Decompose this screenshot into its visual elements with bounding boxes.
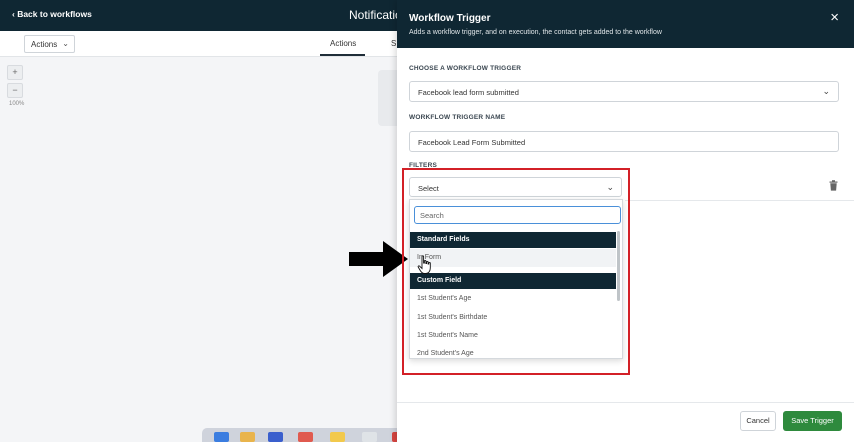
actions-dropdown[interactable]: Actions ⌄ bbox=[24, 35, 75, 53]
divider bbox=[625, 200, 854, 201]
chevron-down-icon: ⌄ bbox=[822, 86, 830, 96]
trigger-select-value: Facebook lead form submitted bbox=[418, 88, 519, 97]
actions-dropdown-label: Actions bbox=[31, 40, 58, 49]
chevron-down-icon: ⌄ bbox=[606, 182, 614, 192]
search-placeholder: Search bbox=[420, 211, 444, 220]
screen: ‹ Back to workflows Notificatio Actions … bbox=[0, 0, 854, 442]
trigger-name-input[interactable]: Facebook Lead Form Submitted bbox=[409, 131, 839, 152]
cancel-button[interactable]: Cancel bbox=[740, 411, 776, 431]
filter-dropdown-menu: Search Standard Fields In Form Custom Fi… bbox=[409, 199, 623, 359]
dock-app-icon[interactable] bbox=[240, 432, 255, 442]
dock-app-icon[interactable] bbox=[330, 432, 345, 442]
arrow-annotation-icon bbox=[349, 241, 408, 277]
trigger-name-value: Facebook Lead Form Submitted bbox=[418, 138, 526, 147]
option-1st-students-birthdate[interactable]: 1st Student's Birthdate bbox=[410, 309, 616, 327]
trigger-select[interactable]: Facebook lead form submitted ⌄ bbox=[409, 81, 839, 102]
tab-actions[interactable]: Actions bbox=[330, 39, 356, 48]
dock-app-icon[interactable] bbox=[268, 432, 283, 442]
dock-app-icon[interactable] bbox=[214, 432, 229, 442]
option-in-form[interactable]: In Form bbox=[410, 249, 616, 267]
option-1st-students-name[interactable]: 1st Student's Name bbox=[410, 327, 616, 345]
option-1st-students-age[interactable]: 1st Student's Age bbox=[410, 290, 616, 308]
panel-subtitle: Adds a workflow trigger, and on executio… bbox=[409, 29, 662, 36]
dropdown-scrollbar[interactable] bbox=[617, 231, 620, 301]
filters-label: FILTERS bbox=[409, 162, 437, 169]
trash-icon[interactable] bbox=[829, 180, 838, 191]
chevron-down-icon: ⌄ bbox=[62, 39, 69, 48]
hand-cursor-icon bbox=[417, 255, 431, 274]
group-header-standard-fields: Standard Fields bbox=[410, 232, 616, 248]
close-icon[interactable]: × bbox=[830, 10, 839, 25]
back-to-workflows-link[interactable]: ‹ Back to workflows bbox=[12, 9, 92, 19]
dock-app-icon[interactable] bbox=[362, 432, 377, 442]
trigger-label: CHOOSE A WORKFLOW TRIGGER bbox=[409, 65, 522, 72]
dock-app-icon[interactable] bbox=[298, 432, 313, 442]
group-header-custom-field: Custom Field bbox=[410, 273, 616, 289]
zoom-in-button[interactable]: + bbox=[7, 65, 23, 80]
active-tab-indicator bbox=[320, 54, 365, 56]
search-input[interactable]: Search bbox=[414, 206, 621, 224]
zoom-level: 100% bbox=[9, 101, 25, 107]
panel-header: Workflow Trigger Adds a workflow trigger… bbox=[397, 0, 854, 48]
filter-select-value: Select bbox=[418, 184, 439, 193]
workflow-title: Notificatio bbox=[349, 8, 402, 22]
tab-settings[interactable]: S bbox=[391, 39, 396, 48]
save-trigger-button[interactable]: Save Trigger bbox=[783, 411, 842, 431]
trigger-name-label: WORKFLOW TRIGGER NAME bbox=[409, 114, 506, 121]
option-2nd-students-age[interactable]: 2nd Student's Age bbox=[410, 345, 616, 358]
filter-select[interactable]: Select ⌄ bbox=[409, 177, 622, 197]
workflow-trigger-panel: Workflow Trigger Adds a workflow trigger… bbox=[397, 0, 854, 442]
panel-title: Workflow Trigger bbox=[409, 13, 491, 24]
zoom-out-button[interactable]: − bbox=[7, 83, 23, 98]
